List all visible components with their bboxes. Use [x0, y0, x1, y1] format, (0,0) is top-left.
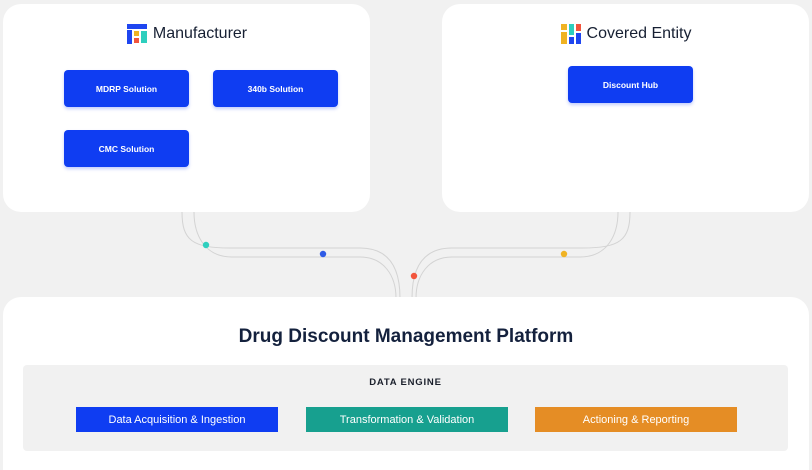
connector-dot-yellow [560, 250, 568, 258]
manufacturer-card: Manufacturer MDRP Solution 340b Solution… [3, 4, 370, 212]
connector-dot-blue [319, 250, 327, 258]
connector-track-left-inner [193, 211, 397, 299]
stage-transformation-validation: Transformation & Validation [306, 407, 508, 432]
stage-data-acquisition: Data Acquisition & Ingestion [76, 407, 278, 432]
cmc-solution-button[interactable]: CMC Solution [64, 130, 189, 167]
connector-dot-red [410, 272, 418, 280]
manufacturer-header: Manufacturer [3, 23, 370, 45]
platform-title: Drug Discount Management Platform [238, 326, 574, 347]
data-engine-title: DATA ENGINE [369, 377, 442, 388]
data-engine-panel: DATA ENGINE Data Acquisition & Ingestion… [23, 365, 788, 451]
340b-solution-button[interactable]: 340b Solution [213, 70, 338, 107]
manufacturer-logo-icon [126, 24, 147, 44]
connector-track-left-outer [181, 211, 401, 299]
manufacturer-title: Manufacturer [152, 25, 248, 42]
mdrp-solution-button[interactable]: MDRP Solution [64, 70, 189, 107]
covered-entity-title: Covered Entity [586, 25, 692, 42]
covered-entity-card: Covered Entity Discount Hub [442, 4, 809, 212]
discount-hub-button[interactable]: Discount Hub [568, 66, 693, 103]
covered-entity-logo-icon [560, 24, 581, 44]
connector-dot-teal [202, 241, 210, 249]
platform-card: Drug Discount Management Platform DATA E… [3, 297, 809, 470]
covered-entity-header: Covered Entity [442, 23, 809, 45]
stage-actioning-reporting: Actioning & Reporting [535, 407, 737, 432]
connector-track-right-inner [415, 211, 619, 299]
connector-track-right-outer [411, 211, 631, 299]
